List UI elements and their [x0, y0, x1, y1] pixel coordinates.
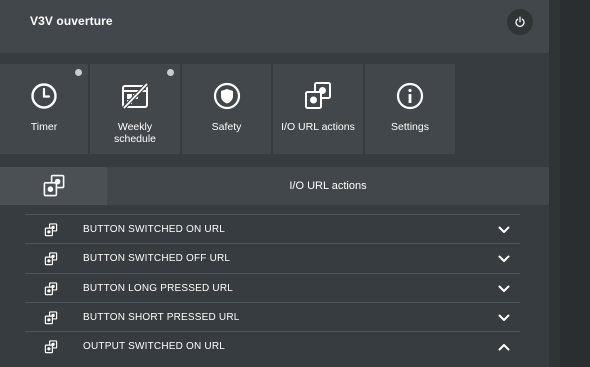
clock-icon: [31, 83, 57, 109]
chevron-down-icon[interactable]: [498, 314, 510, 322]
section-title: I/O URL actions: [107, 167, 549, 205]
section-tab-icon[interactable]: [0, 167, 107, 205]
tile-timer[interactable]: Timer: [0, 64, 88, 154]
chevron-up-icon[interactable]: [498, 343, 510, 351]
shield-icon: [213, 82, 240, 110]
url-action-row[interactable]: OUTPUT SWITCHED ON URL: [25, 331, 520, 361]
io-url-icon: [44, 251, 58, 265]
row-label: BUTTON SHORT PRESSED URL: [83, 312, 240, 323]
io-url-icon: [44, 310, 58, 324]
tile-settings[interactable]: Settings: [365, 64, 455, 154]
url-action-row[interactable]: BUTTON SHORT PRESSED URL: [25, 302, 520, 332]
power-icon: [515, 16, 525, 28]
tile-label: Weekly schedule: [113, 121, 157, 145]
url-action-row[interactable]: BUTTON LONG PRESSED URL: [25, 273, 520, 303]
io-url-icon: [305, 82, 331, 109]
tile-weekly-schedule[interactable]: Weekly schedule: [90, 64, 180, 154]
chevron-down-icon[interactable]: [498, 285, 510, 293]
tile-label: Timer: [30, 121, 58, 133]
io-url-icon: [43, 174, 64, 197]
io-url-icon: [44, 281, 58, 295]
chevron-down-icon[interactable]: [498, 226, 510, 234]
io-url-icon: [44, 222, 58, 236]
weekly-schedule-icon: [122, 82, 149, 110]
url-action-row[interactable]: BUTTON SWITCHED OFF URL: [25, 243, 520, 273]
power-button[interactable]: [507, 9, 533, 35]
tile-label: I/O URL actions: [281, 121, 355, 133]
chevron-down-icon[interactable]: [498, 255, 510, 263]
info-icon: [396, 82, 424, 110]
indicator-dot: [167, 69, 174, 76]
tile-io-url-actions[interactable]: I/O URL actions: [273, 64, 363, 154]
window-edge: [560, 0, 590, 367]
row-label: BUTTON SWITCHED ON URL: [83, 224, 225, 235]
page-title: V3V ouverture: [30, 14, 113, 28]
row-label: BUTTON SWITCHED OFF URL: [83, 253, 231, 264]
tile-label: Settings: [391, 121, 429, 133]
row-label: OUTPUT SWITCHED ON URL: [83, 341, 225, 352]
indicator-dot: [75, 69, 82, 76]
tile-label: Safety: [211, 121, 242, 133]
io-url-icon: [44, 339, 58, 353]
row-label: BUTTON LONG PRESSED URL: [83, 283, 234, 294]
tile-safety[interactable]: Safety: [182, 64, 271, 154]
url-action-row[interactable]: BUTTON SWITCHED ON URL: [25, 214, 520, 244]
